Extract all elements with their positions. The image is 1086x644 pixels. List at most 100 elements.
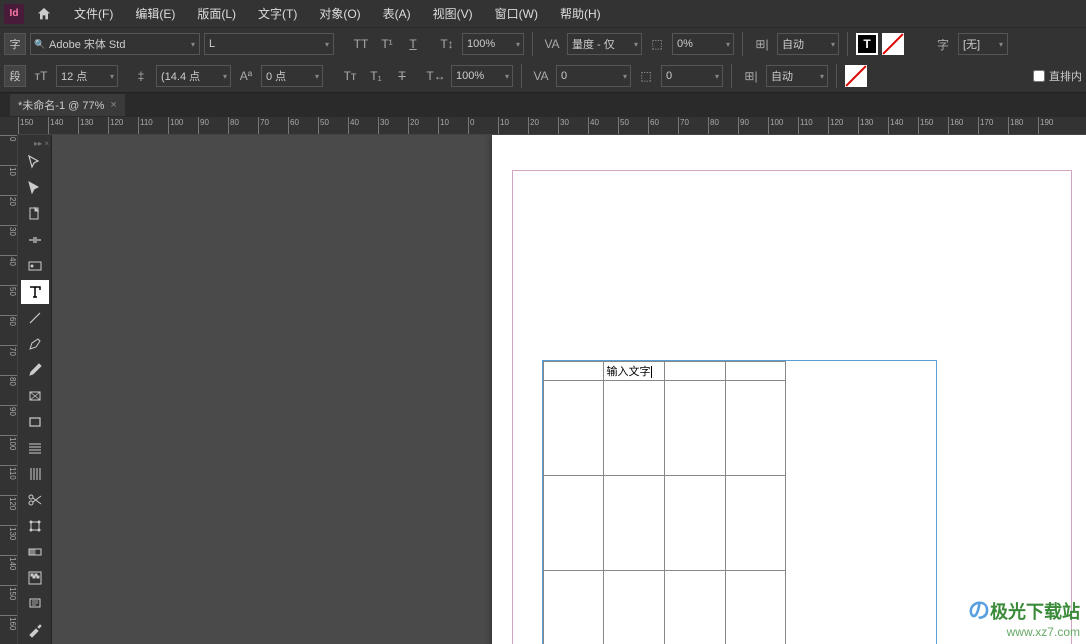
ruler-horizontal[interactable]: 1501401301201101009080706050403020100102… xyxy=(18,117,1086,135)
vertical-inline-check-input[interactable] xyxy=(1033,70,1045,82)
paragraph-mode-button[interactable]: 段 xyxy=(4,65,26,87)
type-tool[interactable] xyxy=(21,280,49,304)
table-cell[interactable] xyxy=(604,476,665,571)
note-tool[interactable] xyxy=(21,592,49,616)
strikethrough-icon[interactable]: T xyxy=(391,65,413,87)
ruler-tick: 30 xyxy=(0,225,17,236)
content-collector-tool[interactable] xyxy=(21,254,49,278)
menu-object[interactable]: 对象(O) xyxy=(309,1,370,26)
table-cell[interactable] xyxy=(725,362,785,381)
canvas[interactable]: 输入文字 xyxy=(52,135,1086,644)
text-frame[interactable]: 输入文字 xyxy=(542,360,937,644)
menu-layout[interactable]: 版面(L) xyxy=(187,1,246,26)
underline-icon[interactable]: T xyxy=(402,33,424,55)
aki-input[interactable]: 0 xyxy=(661,65,723,87)
menu-type[interactable]: 文字(T) xyxy=(248,1,307,26)
table-cell[interactable] xyxy=(665,571,725,644)
ruler-tick: 50 xyxy=(318,117,329,134)
fill-swatch[interactable]: T xyxy=(856,33,878,55)
rectangle-frame-tool[interactable] xyxy=(21,384,49,408)
scale-v-input[interactable]: 100% xyxy=(451,65,513,87)
table-cell[interactable] xyxy=(725,476,785,571)
page-tool[interactable] xyxy=(21,202,49,226)
home-icon[interactable] xyxy=(32,2,56,26)
ruler-tick: 160 xyxy=(0,615,17,630)
pen-tool[interactable] xyxy=(21,332,49,356)
font-style-dropdown[interactable]: L xyxy=(204,33,334,55)
tab-close-icon[interactable]: × xyxy=(110,99,116,111)
table-cell[interactable] xyxy=(544,381,604,476)
eyedropper-tool[interactable] xyxy=(21,618,49,642)
gradient-swatch-tool[interactable] xyxy=(21,540,49,564)
ruler-tick: 150 xyxy=(18,117,33,134)
table-row[interactable] xyxy=(544,381,786,476)
ruler-tick: 130 xyxy=(0,525,17,540)
free-transform-tool[interactable] xyxy=(21,514,49,538)
table-cell[interactable] xyxy=(665,362,725,381)
ruler-tick: 110 xyxy=(0,465,17,480)
font-size-input[interactable]: 12 点 xyxy=(56,65,118,87)
stroke-swatch[interactable] xyxy=(845,65,867,87)
subscript-icon[interactable]: T₁ xyxy=(365,65,387,87)
table-cell[interactable] xyxy=(665,381,725,476)
table-cell[interactable] xyxy=(725,571,785,644)
grid-align-input[interactable]: 自动 xyxy=(777,33,839,55)
kerning-input[interactable]: 量度 - 仅 xyxy=(567,33,642,55)
table-cell[interactable] xyxy=(665,476,725,571)
menu-help[interactable]: 帮助(H) xyxy=(550,1,611,26)
table-cell[interactable] xyxy=(725,381,785,476)
table-row[interactable]: 输入文字 xyxy=(544,362,786,381)
gradient-feather-tool[interactable] xyxy=(21,566,49,590)
superscript-icon[interactable]: T¹ xyxy=(376,33,398,55)
para-style-dropdown[interactable]: [无] xyxy=(958,33,1008,55)
document-tab[interactable]: *未命名-1 @ 77% × xyxy=(10,94,125,116)
menu-bar: Id 文件(F) 编辑(E) 版面(L) 文字(T) 对象(O) 表(A) 视图… xyxy=(0,0,1086,28)
table-cell[interactable] xyxy=(544,476,604,571)
menu-view[interactable]: 视图(V) xyxy=(423,1,483,26)
control-row-1: 字 Adobe 宋体 Std L TT T¹ T T↕ 100% VA 量度 -… xyxy=(0,28,1086,60)
table-row[interactable] xyxy=(544,571,786,644)
small-caps-icon[interactable]: Tт xyxy=(339,65,361,87)
table-cell[interactable] xyxy=(604,571,665,644)
table-cell[interactable] xyxy=(544,362,604,381)
workspace: 0102030405060708090100110120130140150160… xyxy=(0,135,1086,644)
table-row[interactable] xyxy=(544,476,786,571)
ruler-vertical[interactable]: 0102030405060708090100110120130140150160 xyxy=(0,135,18,644)
menu-edit[interactable]: 编辑(E) xyxy=(125,1,185,26)
tsume-input[interactable]: 0% xyxy=(672,33,734,55)
tracking-input[interactable]: 0 xyxy=(556,65,631,87)
direct-selection-tool[interactable] xyxy=(21,176,49,200)
line-tool[interactable] xyxy=(21,306,49,330)
table-cell[interactable] xyxy=(544,571,604,644)
pencil-tool[interactable] xyxy=(21,358,49,382)
table[interactable]: 输入文字 xyxy=(543,361,786,644)
ruler-tick: 20 xyxy=(408,117,419,134)
all-caps-icon[interactable]: TT xyxy=(350,33,372,55)
scissors-tool[interactable] xyxy=(21,488,49,512)
table-cell-active[interactable]: 输入文字 xyxy=(604,362,665,381)
grid-align2-input[interactable]: 自动 xyxy=(766,65,828,87)
ruler-tick: 40 xyxy=(348,117,359,134)
ruler-tick: 90 xyxy=(198,117,209,134)
gap-tool[interactable] xyxy=(21,228,49,252)
toolbox-collapse-icon[interactable]: ▸▸ × xyxy=(18,139,51,149)
baseline-input[interactable]: 0 点 xyxy=(261,65,323,87)
font-family-dropdown[interactable]: Adobe 宋体 Std xyxy=(30,33,200,55)
rectangle-tool[interactable] xyxy=(21,410,49,434)
table-cell[interactable] xyxy=(604,381,665,476)
vertical-grid-tool[interactable] xyxy=(21,462,49,486)
character-mode-button[interactable]: 字 xyxy=(4,33,26,55)
document-tab-bar: *未命名-1 @ 77% × xyxy=(0,93,1086,117)
toolbox: ▸▸ × xyxy=(18,135,52,644)
vertical-inline-checkbox[interactable]: 直排内 xyxy=(1033,68,1082,84)
menu-table[interactable]: 表(A) xyxy=(373,1,421,26)
horizontal-grid-tool[interactable] xyxy=(21,436,49,460)
tab-title: *未命名-1 @ 77% xyxy=(18,97,104,113)
leading-input[interactable]: (14.4 点 xyxy=(156,65,231,87)
ruler-tick: 90 xyxy=(738,117,749,134)
selection-tool[interactable] xyxy=(21,150,49,174)
menu-window[interactable]: 窗口(W) xyxy=(485,1,548,26)
gap-swatch[interactable] xyxy=(882,33,904,55)
scale-h-input[interactable]: 100% xyxy=(462,33,524,55)
menu-file[interactable]: 文件(F) xyxy=(64,1,123,26)
